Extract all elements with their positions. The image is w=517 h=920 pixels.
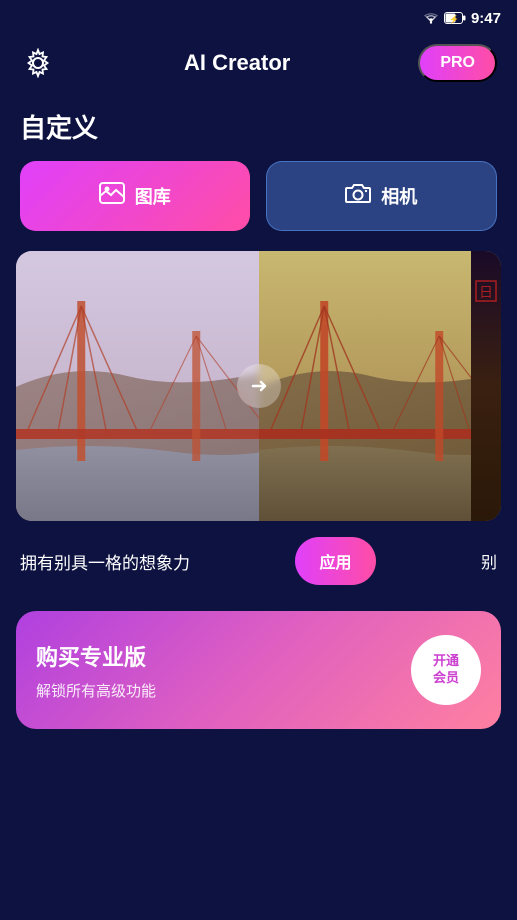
slider-peek-image: 日 bbox=[471, 251, 501, 521]
gallery-label: 图库 bbox=[135, 183, 171, 209]
header: AI Creator PRO bbox=[0, 36, 517, 98]
svg-text:日: 日 bbox=[479, 284, 493, 300]
pro-button[interactable]: PRO bbox=[418, 44, 497, 82]
pro-card-subtitle: 解锁所有高级功能 bbox=[36, 680, 411, 701]
more-indicator: 别 bbox=[481, 549, 497, 573]
pro-card-content: 购买专业版 解锁所有高级功能 bbox=[36, 640, 411, 701]
svg-text:⚡: ⚡ bbox=[449, 14, 459, 24]
wifi-icon bbox=[423, 12, 439, 24]
pro-card-title: 购买专业版 bbox=[36, 640, 411, 672]
slider-original-image bbox=[16, 251, 259, 521]
slider-filtered-image bbox=[259, 251, 502, 521]
app-title: AI Creator bbox=[184, 50, 290, 76]
image-comparison-slider[interactable]: 日 bbox=[16, 251, 501, 521]
section-title: 自定义 bbox=[0, 98, 517, 161]
activate-line2: 会员 bbox=[433, 670, 459, 687]
gallery-button[interactable]: 图库 bbox=[20, 161, 250, 231]
status-time: 9:47 bbox=[471, 10, 501, 27]
tagline-text: 拥有别具一格的想象力 bbox=[20, 549, 190, 574]
camera-label: 相机 bbox=[381, 183, 417, 209]
action-buttons: 图库 相机 bbox=[0, 161, 517, 231]
camera-button[interactable]: 相机 bbox=[266, 161, 498, 231]
status-icons: ⚡ 9:47 bbox=[423, 10, 501, 27]
battery-icon: ⚡ bbox=[444, 12, 466, 24]
gear-icon bbox=[23, 48, 53, 78]
status-bar: ⚡ 9:47 bbox=[0, 0, 517, 36]
bottom-action-row: 拥有别具一格的想象力 应用 别 bbox=[0, 521, 517, 601]
camera-icon bbox=[345, 182, 371, 210]
activate-membership-button[interactable]: 开通 会员 bbox=[411, 635, 481, 705]
gallery-icon bbox=[99, 182, 125, 210]
slider-arrow[interactable] bbox=[237, 364, 281, 408]
pro-purchase-card: 购买专业版 解锁所有高级功能 开通 会员 bbox=[16, 611, 501, 729]
settings-button[interactable] bbox=[20, 45, 56, 81]
apply-button[interactable]: 应用 bbox=[295, 537, 375, 585]
activate-line1: 开通 bbox=[433, 653, 459, 670]
